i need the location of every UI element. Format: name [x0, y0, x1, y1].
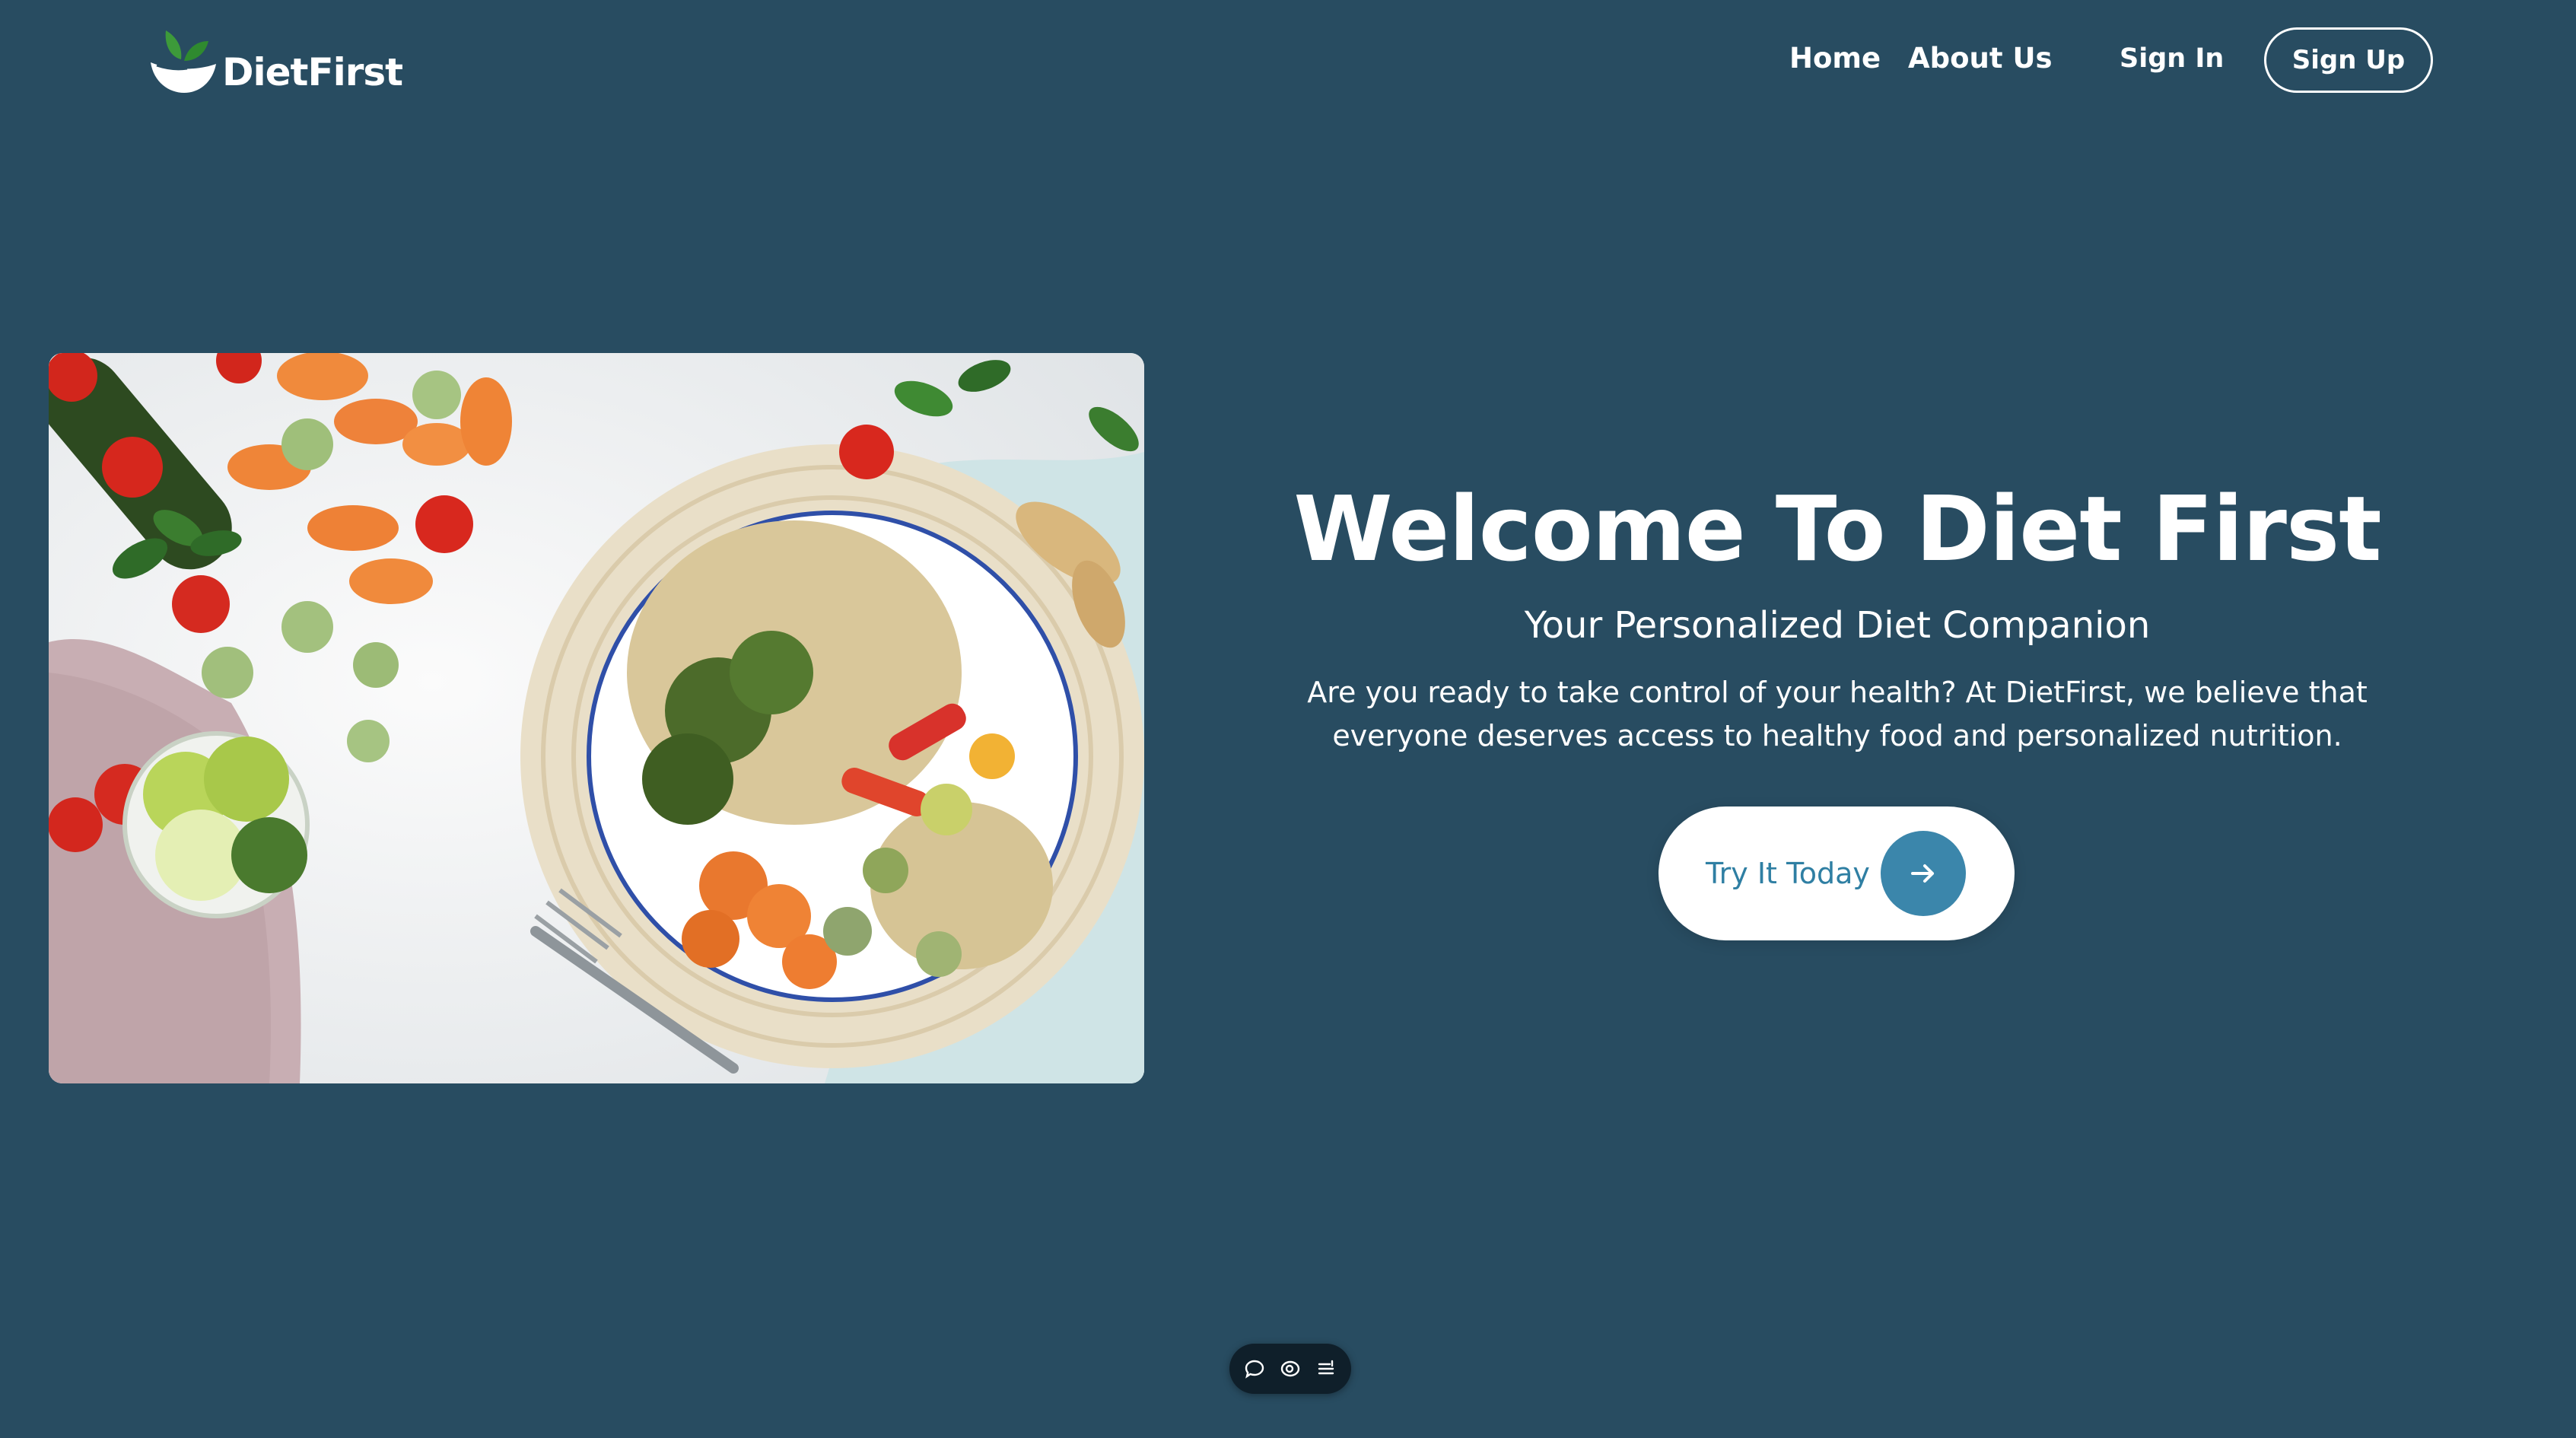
hero-subtitle: Your Personalized Diet Companion — [1524, 604, 2151, 647]
nav-about-link[interactable]: About Us — [1908, 40, 2053, 78]
comment-icon[interactable] — [1243, 1357, 1266, 1380]
floating-toolbar — [1229, 1344, 1351, 1394]
hero-food-image — [49, 353, 1144, 1083]
list-icon[interactable] — [1315, 1357, 1338, 1380]
brand-logo[interactable]: DietFirst — [146, 24, 403, 100]
arrow-right-icon — [1881, 831, 1966, 916]
hero-content: Welcome To Diet First Your Personalized … — [1263, 472, 2412, 758]
brand-name: DietFirst — [222, 50, 403, 94]
hero-title: Welcome To Diet First — [1293, 476, 2381, 581]
sign-up-button[interactable]: Sign Up — [2264, 27, 2433, 93]
sign-in-link[interactable]: Sign In — [2120, 40, 2224, 78]
try-it-today-button[interactable]: Try It Today — [1658, 806, 2015, 940]
eye-icon[interactable] — [1279, 1357, 1302, 1380]
nav-home-link[interactable]: Home — [1789, 40, 1881, 78]
leaf-bowl-icon — [146, 26, 219, 99]
hero-description: Are you ready to take control of your he… — [1307, 676, 2368, 752]
cta-label: Try It Today — [1706, 857, 1870, 890]
